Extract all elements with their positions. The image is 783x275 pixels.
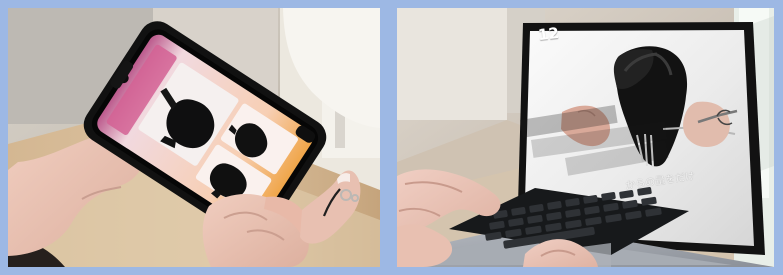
photo-collage: 12 からの量をだけ: [0, 0, 783, 275]
smartphone-photo: [8, 8, 380, 267]
laptop-photo: 12 からの量をだけ: [397, 8, 774, 267]
slide-number: 12: [537, 23, 560, 45]
laptop-scene: [397, 8, 774, 267]
smartphone-scene: [8, 8, 380, 267]
